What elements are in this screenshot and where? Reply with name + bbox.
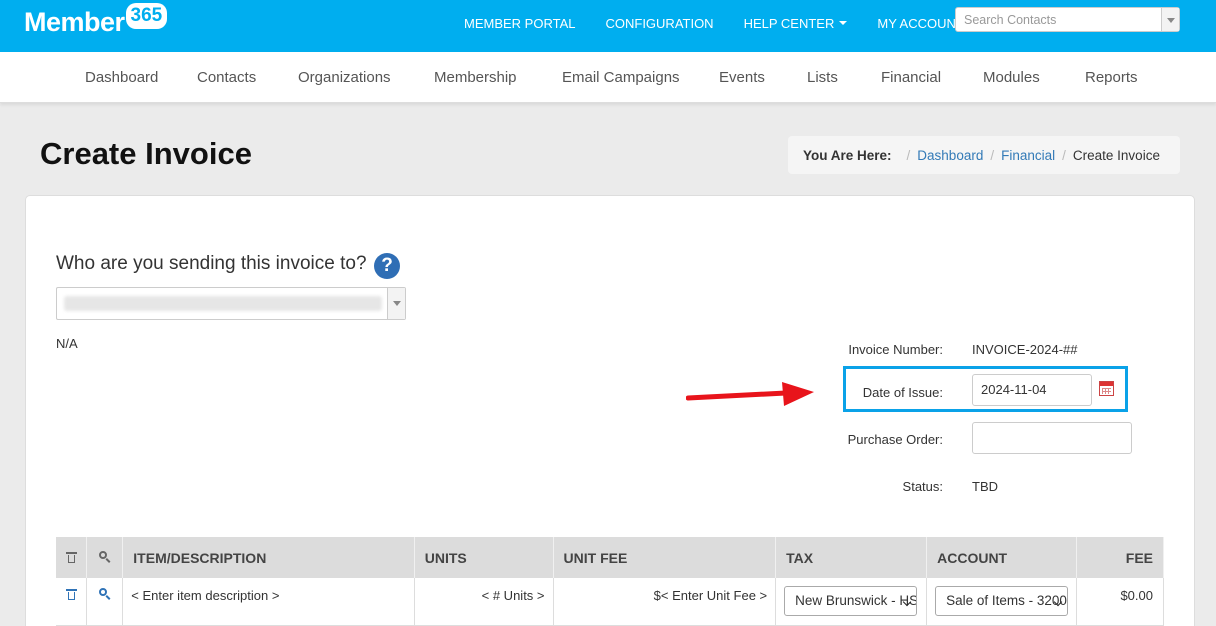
header-item-description: ITEM/DESCRIPTION bbox=[122, 537, 415, 578]
units-cell[interactable]: < # Units > bbox=[414, 578, 554, 626]
item-description-cell[interactable]: < Enter item description > bbox=[122, 578, 415, 626]
dropdown-arrow-icon[interactable] bbox=[387, 288, 405, 319]
logo-text: Member bbox=[24, 6, 125, 37]
table-row: < Enter item description > < # Units > $… bbox=[56, 578, 1164, 626]
logo-badge: 365 bbox=[125, 3, 168, 29]
breadcrumb: You Are Here: / Dashboard / Financial / … bbox=[788, 136, 1180, 174]
breadcrumb-current: Create Invoice bbox=[1072, 147, 1160, 163]
page-title: Create Invoice bbox=[40, 136, 252, 171]
recipient-details: N/A bbox=[56, 336, 78, 351]
nav-modules[interactable]: Modules bbox=[983, 69, 1040, 86]
account-cell: Sale of Items - 3200 bbox=[926, 578, 1078, 626]
search-contacts-select[interactable]: Search Contacts bbox=[955, 7, 1180, 32]
status-value: TBD bbox=[972, 479, 998, 494]
header-trash-icon bbox=[56, 537, 88, 578]
member-portal-link[interactable]: MEMBER PORTAL bbox=[464, 16, 575, 31]
caret-down-icon bbox=[839, 21, 848, 25]
main-nav: Dashboard Contacts Organizations Members… bbox=[0, 52, 1216, 103]
header-units: UNITS bbox=[414, 537, 554, 578]
breadcrumb-dashboard-link[interactable]: Dashboard bbox=[917, 148, 983, 163]
breadcrumb-separator: / bbox=[990, 147, 995, 163]
nav-contacts[interactable]: Contacts bbox=[197, 69, 256, 86]
nav-lists[interactable]: Lists bbox=[807, 69, 838, 86]
invoice-number-label: Invoice Number: bbox=[848, 342, 943, 357]
red-arrow-annotation bbox=[686, 382, 814, 406]
header-search-icon bbox=[86, 537, 124, 578]
top-nav: MEMBER PORTAL CONFIGURATION HELP CENTER … bbox=[464, 0, 1007, 46]
breadcrumb-separator: / bbox=[906, 147, 911, 163]
nav-events[interactable]: Events bbox=[719, 69, 765, 86]
purchase-order-input[interactable] bbox=[972, 422, 1132, 454]
invoice-items-table: ITEM/DESCRIPTION UNITS UNIT FEE TAX ACCO… bbox=[56, 537, 1164, 626]
delete-row-trash-icon[interactable] bbox=[56, 578, 88, 626]
help-center-menu[interactable]: HELP CENTER bbox=[744, 16, 848, 31]
breadcrumb-label: You Are Here: bbox=[803, 147, 892, 163]
date-of-issue-input[interactable]: 2024-11-04 bbox=[972, 374, 1092, 406]
calendar-icon[interactable] bbox=[1099, 381, 1114, 396]
tax-select[interactable]: New Brunswick - HST bbox=[784, 586, 918, 616]
nav-reports[interactable]: Reports bbox=[1085, 69, 1138, 86]
header-unit-fee: UNIT FEE bbox=[553, 537, 777, 578]
header-account: ACCOUNT bbox=[926, 537, 1078, 578]
top-bar: Member 365 MEMBER PORTAL CONFIGURATION H… bbox=[0, 0, 1216, 52]
question-circle-icon[interactable]: ? bbox=[374, 253, 400, 279]
nav-membership[interactable]: Membership bbox=[434, 69, 517, 86]
configuration-label: CONFIGURATION bbox=[605, 15, 714, 31]
nav-financial[interactable]: Financial bbox=[881, 69, 941, 86]
configuration-link[interactable]: CONFIGURATION bbox=[605, 16, 713, 31]
nav-organizations[interactable]: Organizations bbox=[298, 69, 391, 86]
header-fee: FEE bbox=[1076, 537, 1164, 578]
purchase-order-label: Purchase Order: bbox=[847, 432, 943, 447]
breadcrumb-financial-link[interactable]: Financial bbox=[1001, 148, 1055, 163]
nav-dashboard[interactable]: Dashboard bbox=[85, 69, 158, 86]
dropdown-arrow-icon[interactable] bbox=[1161, 8, 1179, 31]
recipient-question: Who are you sending this invoice to? bbox=[56, 253, 367, 274]
member365-logo[interactable]: Member 365 bbox=[24, 3, 168, 40]
table-header-row: ITEM/DESCRIPTION UNITS UNIT FEE TAX ACCO… bbox=[56, 537, 1164, 578]
nav-email-campaigns[interactable]: Email Campaigns bbox=[562, 69, 680, 86]
breadcrumb-separator: / bbox=[1062, 147, 1066, 163]
header-tax: TAX bbox=[775, 537, 928, 578]
recipient-select[interactable] bbox=[56, 287, 406, 320]
member-portal-label: MEMBER PORTAL bbox=[464, 15, 576, 31]
unit-fee-cell[interactable]: $< Enter Unit Fee > bbox=[553, 578, 777, 626]
date-of-issue-label: Date of Issue: bbox=[862, 385, 943, 400]
tax-cell: New Brunswick - HST bbox=[775, 578, 928, 626]
invoice-number-value: INVOICE-2024-## bbox=[972, 342, 1078, 357]
account-select[interactable]: Sale of Items - 3200 bbox=[935, 586, 1069, 616]
lookup-item-search-icon[interactable] bbox=[86, 578, 124, 626]
help-center-label: HELP CENTER bbox=[743, 15, 835, 31]
search-contacts-placeholder: Search Contacts bbox=[964, 13, 1057, 27]
my-account-label: MY ACCOUNT bbox=[877, 15, 964, 31]
blurred-recipient-value bbox=[64, 296, 382, 311]
status-label: Status: bbox=[902, 479, 943, 494]
fee-cell: $0.00 bbox=[1076, 578, 1164, 626]
